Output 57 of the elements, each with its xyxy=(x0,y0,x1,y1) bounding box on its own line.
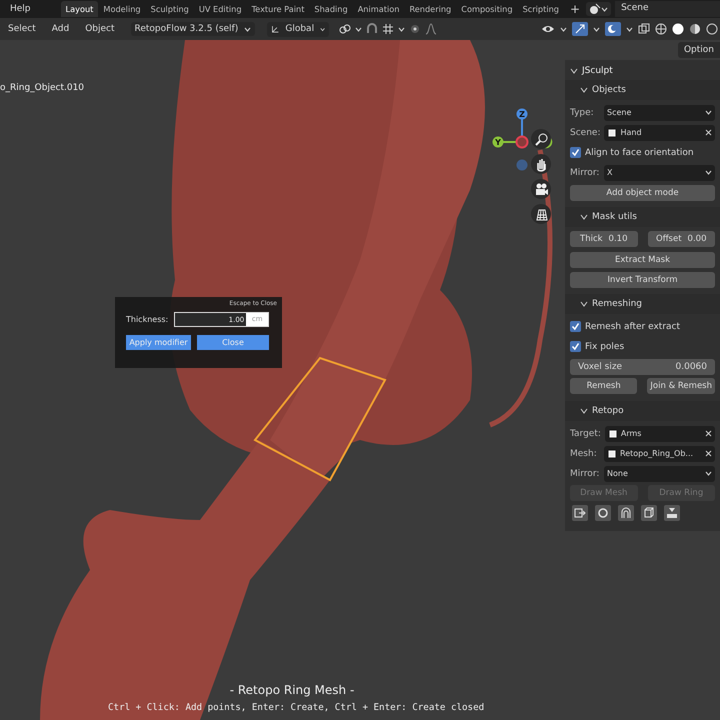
workspace-tab[interactable]: Sculpting xyxy=(146,1,194,17)
number-field[interactable]: Voxel size 0.0060 xyxy=(570,358,715,374)
section-header[interactable]: Objects xyxy=(565,80,720,100)
checkbox-label: Align to face orientation xyxy=(585,148,694,158)
help-menu[interactable]: Help xyxy=(4,4,37,14)
number-field[interactable]: Offset 0.00 xyxy=(648,231,715,247)
mode-dropdown[interactable]: RetopoFlow 3.2.5 (self) xyxy=(130,22,256,36)
tool-title: - Retopo Ring Mesh - xyxy=(228,683,356,697)
field-label: Mirror: xyxy=(570,168,600,178)
field-value: 0.0060 xyxy=(676,362,707,372)
workspace-tab[interactable]: Rendering xyxy=(404,1,456,17)
panel-button[interactable]: Remesh xyxy=(570,378,638,394)
field-label: Scene: xyxy=(570,128,600,138)
number-field[interactable]: Thick 0.10 xyxy=(570,231,638,247)
tool-hint: Ctrl + Click: Add points, Enter: Create, Ctrl + Enter: Create closed xyxy=(108,702,484,713)
object-field[interactable]: Hand xyxy=(604,124,715,140)
workspace-tab[interactable]: Scripting xyxy=(518,1,564,17)
orientation-dropdown[interactable]: Global xyxy=(267,22,330,36)
workspace-tab[interactable]: Animation xyxy=(352,1,404,17)
panel-title: JSculpt xyxy=(582,66,613,76)
field-label: Mirror: xyxy=(570,468,600,478)
object-name-label: o_Ring_Object.010 xyxy=(0,83,84,93)
dropdown-field[interactable]: None xyxy=(604,466,715,482)
object-field[interactable]: Retopo_Ring_Ob... xyxy=(604,446,715,462)
workspace-tab[interactable]: Layout xyxy=(60,1,98,17)
panel-button[interactable]: Extract Mask xyxy=(570,252,715,268)
thickness-label: Thickness: xyxy=(126,315,168,324)
scene-field[interactable]: Scene xyxy=(615,1,720,17)
workspace-tab[interactable]: Shading xyxy=(309,1,353,17)
workspace-tab[interactable]: Modeling xyxy=(98,1,146,17)
section-header[interactable]: Retopo xyxy=(565,401,720,421)
checkbox-label: Remesh after extract xyxy=(585,322,680,332)
dropdown-field[interactable]: Scene xyxy=(604,104,715,120)
field-label: Thick xyxy=(580,234,603,244)
options-tab[interactable]: Option xyxy=(678,42,720,58)
panel-button[interactable]: Join & Remesh xyxy=(647,378,715,394)
checkbox-label: Fix poles xyxy=(585,342,624,352)
panel-button[interactable]: Invert Transform xyxy=(570,272,715,288)
section-header[interactable]: Remeshing xyxy=(565,294,720,314)
workspace-tab[interactable]: Texture Paint xyxy=(246,1,310,17)
field-value: 0.10 xyxy=(608,234,628,244)
header-menu[interactable]: Object xyxy=(79,24,121,34)
workspace-tab[interactable]: Compositing xyxy=(456,1,518,17)
field-label: Offset xyxy=(656,234,682,244)
workspace-tab[interactable]: UV Editing xyxy=(194,1,247,17)
add-workspace-button[interactable]: + xyxy=(564,2,586,16)
dropdown-field[interactable]: X xyxy=(604,164,715,180)
field-value: 0.00 xyxy=(688,234,706,244)
field-label: Type: xyxy=(570,108,595,118)
header-menu[interactable]: Select xyxy=(2,24,42,34)
field-label: Mesh: xyxy=(570,448,598,458)
field-label: Target: xyxy=(570,428,601,438)
header-menu[interactable]: Add xyxy=(46,24,76,34)
object-field[interactable]: Arms xyxy=(604,426,715,442)
panel-button[interactable]: Add object mode xyxy=(570,184,715,200)
field-label: Voxel size xyxy=(578,362,622,372)
section-header[interactable]: Mask utils xyxy=(565,207,720,227)
